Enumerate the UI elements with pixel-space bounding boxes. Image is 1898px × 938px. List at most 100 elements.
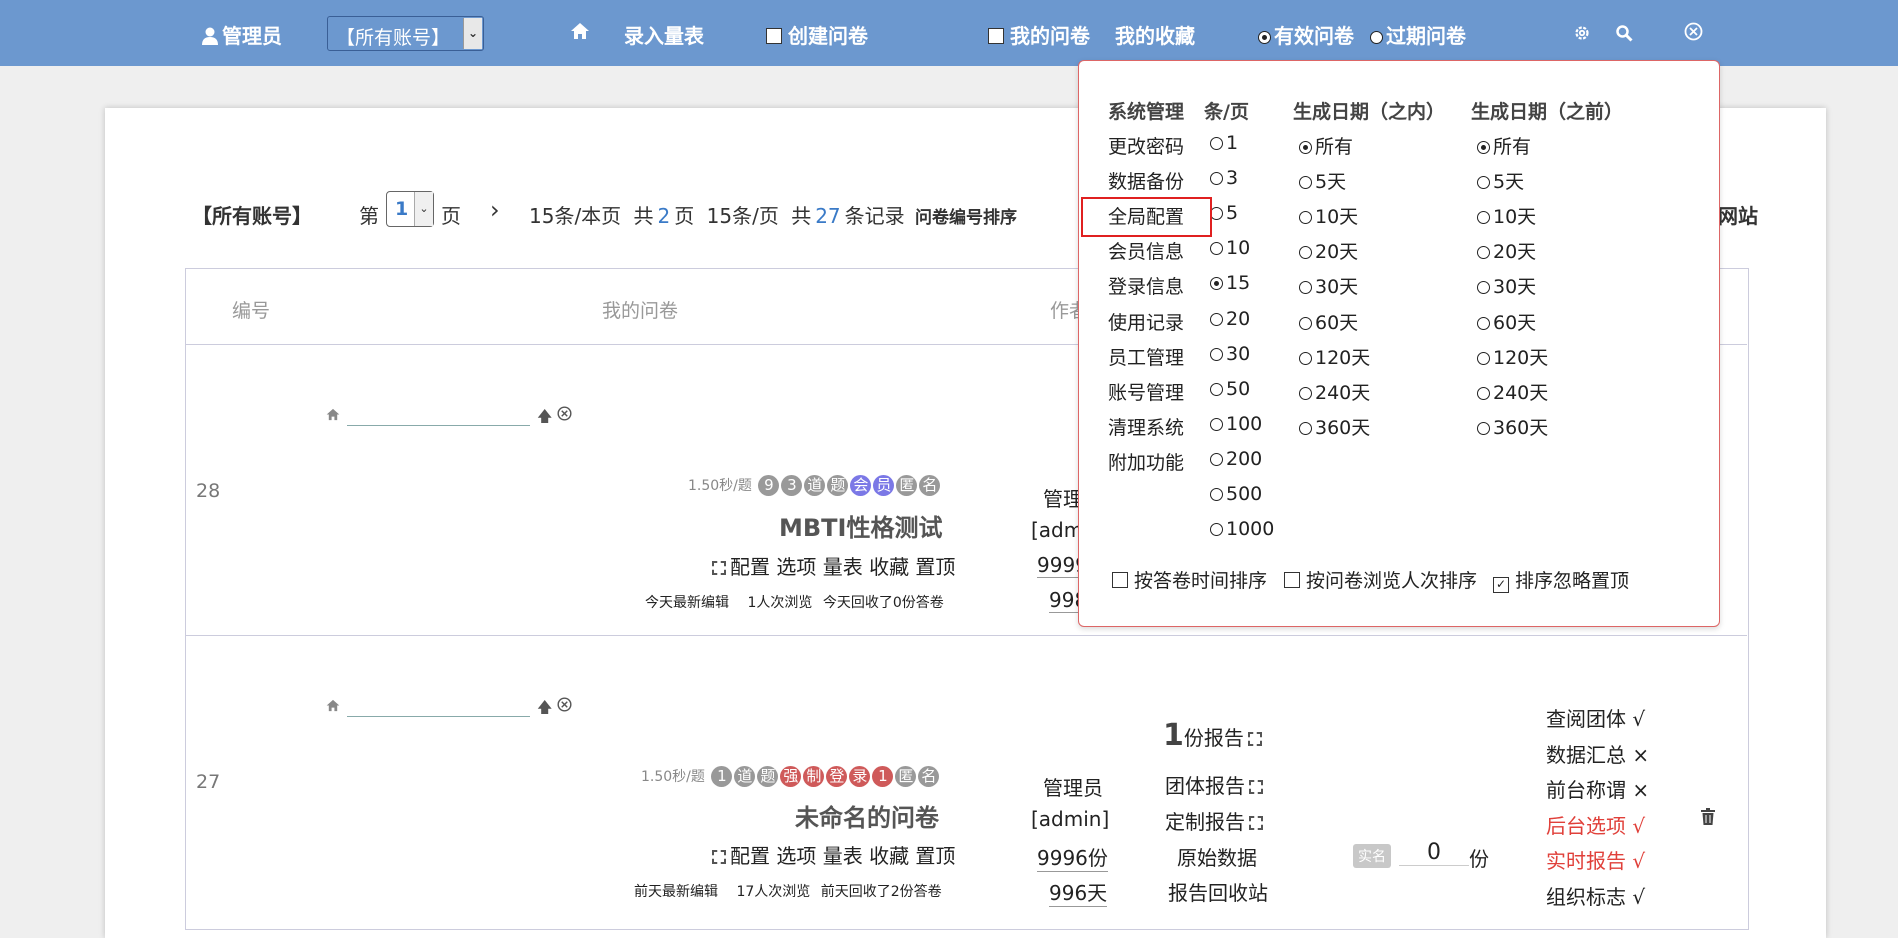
within-date-option[interactable]: 120天 bbox=[1299, 343, 1370, 370]
enter-scale-link[interactable]: 录入量表 bbox=[624, 20, 704, 49]
per-page-option[interactable]: 10 bbox=[1210, 237, 1250, 259]
radio-dot[interactable] bbox=[1299, 141, 1312, 154]
within-date-option[interactable]: 10天 bbox=[1299, 202, 1358, 229]
radio-dot[interactable] bbox=[1210, 523, 1223, 537]
radio-dot[interactable] bbox=[1210, 347, 1223, 361]
trash-icon[interactable] bbox=[1701, 808, 1715, 829]
page-select[interactable]: 1 ⌄ bbox=[386, 191, 434, 227]
per-page-option[interactable]: 1 bbox=[1210, 132, 1238, 154]
radio-dot[interactable] bbox=[1210, 172, 1223, 186]
site-link[interactable]: 网站 bbox=[1718, 200, 1758, 229]
within-date-option[interactable]: 360天 bbox=[1299, 413, 1370, 440]
perm-item[interactable]: 数据汇总 × bbox=[1546, 738, 1649, 774]
system-menu-item[interactable]: 账号管理 bbox=[1108, 378, 1184, 405]
my-favorites-link[interactable]: 我的收藏 bbox=[1115, 20, 1195, 49]
raw-data-link[interactable]: 原始数据 bbox=[1177, 842, 1257, 871]
expired-surveys-radio-dot[interactable] bbox=[1370, 31, 1383, 44]
quota[interactable]: 9996份 bbox=[1037, 842, 1108, 872]
next-page-icon[interactable]: › bbox=[490, 196, 500, 224]
expand-icon[interactable] bbox=[1249, 816, 1263, 830]
system-menu-item[interactable]: 清理系统 bbox=[1108, 413, 1184, 440]
radio-dot[interactable] bbox=[1210, 242, 1223, 256]
survey-actions-label[interactable]: 配置 选项 量表 收藏 置顶 bbox=[730, 844, 955, 868]
system-menu-item[interactable]: 使用记录 bbox=[1108, 308, 1184, 335]
before-date-option[interactable]: 60天 bbox=[1477, 308, 1536, 335]
before-date-option[interactable]: 所有 bbox=[1477, 132, 1531, 159]
per-page-option[interactable]: 1000 bbox=[1210, 518, 1274, 540]
my-surveys-toggle[interactable]: 我的问卷 bbox=[988, 20, 1090, 49]
radio-dot[interactable] bbox=[1210, 137, 1223, 150]
radio-dot[interactable] bbox=[1477, 176, 1490, 190]
per-page-option[interactable]: 3 bbox=[1210, 167, 1238, 189]
radio-dot[interactable] bbox=[1477, 246, 1490, 260]
per-page-option[interactable]: 20 bbox=[1210, 308, 1250, 330]
survey-actions[interactable]: 配置 选项 量表 收藏 置顶 bbox=[708, 840, 955, 869]
perm-item[interactable]: 组织标志 √ bbox=[1546, 880, 1649, 916]
row-note-input[interactable] bbox=[347, 716, 530, 717]
before-date-option[interactable]: 360天 bbox=[1477, 413, 1548, 440]
radio-dot[interactable] bbox=[1210, 277, 1223, 291]
close-icon[interactable] bbox=[1684, 22, 1703, 46]
radio-dot[interactable] bbox=[1210, 417, 1223, 431]
radio-dot[interactable] bbox=[1477, 316, 1490, 330]
survey-actions[interactable]: 配置 选项 量表 收藏 置顶 bbox=[708, 551, 955, 580]
sort-time-checkbox[interactable] bbox=[1112, 572, 1128, 588]
before-date-option[interactable]: 5天 bbox=[1477, 167, 1524, 194]
expand-icon[interactable] bbox=[1249, 780, 1263, 794]
radio-dot[interactable] bbox=[1477, 281, 1490, 295]
my-surveys-checkbox[interactable] bbox=[988, 28, 1004, 44]
search-icon[interactable] bbox=[1615, 23, 1633, 47]
home-icon[interactable] bbox=[570, 21, 590, 45]
realname-count-input[interactable]: 0 bbox=[1399, 840, 1469, 866]
radio-dot[interactable] bbox=[1299, 421, 1312, 435]
within-date-option[interactable]: 240天 bbox=[1299, 378, 1370, 405]
custom-report-link[interactable]: 定制报告 bbox=[1165, 806, 1267, 835]
before-date-option[interactable]: 240天 bbox=[1477, 378, 1548, 405]
system-menu-item[interactable]: 会员信息 bbox=[1108, 237, 1184, 264]
expand-icon[interactable] bbox=[1247, 732, 1262, 746]
report-bin-link[interactable]: 报告回收站 bbox=[1168, 877, 1268, 906]
per-page-option[interactable]: 100 bbox=[1210, 413, 1262, 435]
radio-dot[interactable] bbox=[1210, 382, 1223, 396]
days-left[interactable]: 996天 bbox=[1049, 877, 1108, 907]
radio-dot[interactable] bbox=[1210, 312, 1223, 326]
move-up-icon[interactable]: 🡅 bbox=[537, 406, 552, 431]
before-date-option[interactable]: 30天 bbox=[1477, 272, 1536, 299]
system-menu-item[interactable]: 员工管理 bbox=[1108, 343, 1184, 370]
within-date-option[interactable]: 30天 bbox=[1299, 272, 1358, 299]
gear-icon[interactable] bbox=[1573, 23, 1591, 47]
expand-icon[interactable] bbox=[712, 561, 726, 575]
radio-dot[interactable] bbox=[1299, 351, 1312, 365]
system-menu-item[interactable]: 附加功能 bbox=[1108, 448, 1184, 475]
home-icon[interactable] bbox=[326, 406, 340, 425]
before-date-option[interactable]: 120天 bbox=[1477, 343, 1548, 370]
survey-actions-label[interactable]: 配置 选项 量表 收藏 置顶 bbox=[730, 555, 955, 579]
before-date-option[interactable]: 20天 bbox=[1477, 237, 1536, 264]
sort-time-toggle[interactable]: 按答卷时间排序 bbox=[1112, 566, 1267, 593]
system-menu-item[interactable]: 数据备份 bbox=[1108, 167, 1184, 194]
survey-title[interactable]: MBTI性格测试 bbox=[779, 508, 942, 543]
system-menu-item[interactable]: 登录信息 bbox=[1108, 272, 1184, 299]
radio-dot[interactable] bbox=[1477, 421, 1490, 435]
group-report-link[interactable]: 团体报告 bbox=[1165, 770, 1267, 799]
perm-item[interactable]: 前台称谓 × bbox=[1546, 773, 1649, 809]
create-survey-checkbox[interactable] bbox=[766, 28, 782, 44]
perm-item[interactable]: 实时报告 √ bbox=[1546, 844, 1649, 880]
move-up-icon[interactable]: 🡅 bbox=[537, 697, 552, 722]
ignore-top-checkbox[interactable]: ✓ bbox=[1493, 577, 1509, 593]
per-page-option[interactable]: 200 bbox=[1210, 448, 1262, 470]
radio-dot[interactable] bbox=[1477, 211, 1490, 225]
radio-dot[interactable] bbox=[1299, 211, 1312, 225]
radio-dot[interactable] bbox=[1299, 246, 1312, 260]
radio-dot[interactable] bbox=[1299, 386, 1312, 400]
expired-surveys-radio[interactable]: 过期问卷 bbox=[1370, 20, 1466, 49]
within-date-option[interactable]: 5天 bbox=[1299, 167, 1346, 194]
radio-dot[interactable] bbox=[1299, 316, 1312, 330]
per-page-option[interactable]: 5 bbox=[1210, 202, 1238, 224]
within-date-option[interactable]: 所有 bbox=[1299, 132, 1353, 159]
radio-dot[interactable] bbox=[1210, 452, 1223, 466]
valid-surveys-radio[interactable]: 有效问卷 bbox=[1258, 20, 1354, 49]
ignore-top-toggle[interactable]: ✓ 排序忽略置顶 bbox=[1493, 566, 1629, 593]
row-note-input[interactable] bbox=[347, 425, 530, 426]
per-page-option[interactable]: 30 bbox=[1210, 343, 1250, 365]
